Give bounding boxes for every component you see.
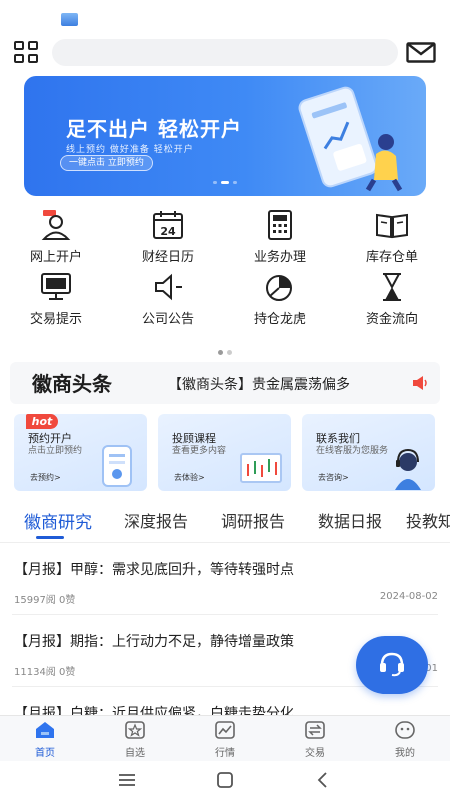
status-bar xyxy=(0,0,450,30)
research-tabs: 徽商研究 深度报告 调研报告 数据日报 投教知 xyxy=(0,502,450,542)
nav-market[interactable]: 行情 xyxy=(180,720,270,759)
article-meta: 11134阅 0赞 xyxy=(14,663,75,678)
article-reads: 15997阅 xyxy=(14,595,56,606)
menu-label: 交易提示 xyxy=(29,312,82,327)
quick-menu: 网上开户 24 财经日历 业务办理 库存仓单 交易提示 公司公告 持仓龙虎 资金… xyxy=(0,210,450,340)
menu-item-warehouse[interactable]: 库存仓单 xyxy=(336,210,448,265)
nav-label: 自选 xyxy=(125,748,145,759)
nav-profile[interactable]: 我的 xyxy=(360,720,450,759)
menu-label: 持仓龙虎 xyxy=(253,312,306,327)
menu-item-trade-tips[interactable]: 交易提示 xyxy=(0,272,112,327)
menu-item-account-open[interactable]: 网上开户 xyxy=(0,210,112,265)
menu-item-announcement[interactable]: 公司公告 xyxy=(112,272,224,327)
speaker-icon xyxy=(155,273,182,301)
tab-daily-data[interactable]: 数据日报 xyxy=(318,508,382,532)
svg-text:24: 24 xyxy=(160,225,176,238)
exchange-icon xyxy=(305,721,325,739)
monitor-icon xyxy=(41,273,71,300)
headset-icon xyxy=(380,652,404,677)
hot-badge: hot xyxy=(26,414,58,429)
news-logo: 徽商头条 xyxy=(32,372,113,396)
active-tab-indicator xyxy=(36,536,64,539)
menu-label: 资金流向 xyxy=(365,312,418,327)
article-reads: 11134阅 xyxy=(14,667,56,678)
app-screen: 足不出户 轻松开户 线上预约 做好准备 轻松开户 一键点击 立即预约 网上开户 xyxy=(0,0,450,800)
app-status-icon xyxy=(61,13,78,26)
banner-subtitle: 线上预约 做好准备 轻松开户 xyxy=(66,145,194,155)
tab-deep-report[interactable]: 深度报告 xyxy=(124,508,188,532)
line-chart-icon xyxy=(215,721,235,739)
card-subtitle: 查看更多内容 xyxy=(172,446,227,456)
customer-service-icon xyxy=(395,448,421,490)
recent-apps-icon[interactable] xyxy=(116,771,138,789)
grid-menu-icon[interactable] xyxy=(14,41,40,63)
nav-label: 行情 xyxy=(215,748,235,759)
promo-banner[interactable]: 足不出户 轻松开户 线上预约 做好准备 轻松开户 一键点击 立即预约 xyxy=(24,76,426,196)
article-date: 2024-08-02 xyxy=(379,591,438,602)
chart-screen-icon xyxy=(240,453,282,483)
menu-item-positions[interactable]: 持仓龙虎 xyxy=(224,272,336,327)
hourglass-icon xyxy=(383,273,401,301)
system-navigation-bar xyxy=(0,761,450,800)
service-cards: hot 预约开户 点击立即预约 去预约> 投顾课程 查看更多内容 去体验> 联系… xyxy=(0,414,450,494)
account-open-icon xyxy=(41,210,71,240)
smiley-icon xyxy=(395,721,415,739)
phone-form-icon xyxy=(102,445,132,487)
nav-label: 交易 xyxy=(305,748,325,759)
card-subtitle: 点击立即预约 xyxy=(28,446,83,456)
menu-item-calendar[interactable]: 24 财经日历 xyxy=(112,210,224,265)
svg-text:徽商头条: 徽商头条 xyxy=(32,372,113,396)
card-link[interactable]: 去体验> xyxy=(174,472,205,483)
star-square-icon xyxy=(125,721,145,739)
top-header xyxy=(0,30,450,74)
book-icon xyxy=(376,213,408,239)
nav-label: 我的 xyxy=(395,748,415,759)
tab-investor-education[interactable]: 投教知 xyxy=(406,508,450,532)
tab-research[interactable]: 徽商研究 xyxy=(24,508,92,533)
article-title[interactable]: 【月报】期指：上行动力不足，静待增量政策 xyxy=(14,631,294,651)
article-title[interactable]: 【月报】甲醇：需求见底回升，等待转强时点 xyxy=(14,559,294,579)
banner-title: 足不出户 轻松开户 xyxy=(66,117,242,141)
menu-pager xyxy=(0,340,450,355)
menu-label: 库存仓单 xyxy=(365,250,418,265)
customer-service-button[interactable] xyxy=(356,636,428,694)
calendar-icon: 24 xyxy=(153,211,183,239)
nav-home[interactable]: 首页 xyxy=(0,720,90,759)
menu-label: 业务办理 xyxy=(253,250,306,265)
menu-item-fund-flow[interactable]: 资金流向 xyxy=(336,272,448,327)
back-icon[interactable] xyxy=(312,771,334,789)
card-link[interactable]: 去咨询> xyxy=(318,472,349,483)
menu-label: 公司公告 xyxy=(141,312,194,327)
card-account-appointment[interactable]: hot 预约开户 点击立即预约 去预约> xyxy=(14,414,147,491)
home-icon xyxy=(36,722,54,738)
card-link[interactable]: 去预约> xyxy=(30,472,61,483)
article-likes: 0赞 xyxy=(59,595,76,606)
mail-icon[interactable] xyxy=(406,42,436,63)
menu-label: 财经日历 xyxy=(141,250,194,265)
home-button-icon[interactable] xyxy=(214,771,236,789)
menu-item-business[interactable]: 业务办理 xyxy=(224,210,336,265)
menu-label: 网上开户 xyxy=(29,250,82,265)
card-contact-us[interactable]: 联系我们 在线客服为您服务 去咨询> xyxy=(302,414,435,491)
calculator-icon xyxy=(268,210,292,240)
card-advisor-course[interactable]: 投顾课程 查看更多内容 去体验> xyxy=(158,414,291,491)
article-likes: 0赞 xyxy=(59,667,76,678)
news-speaker-icon xyxy=(413,376,427,390)
nav-watchlist[interactable]: 自选 xyxy=(90,720,180,759)
nav-trade[interactable]: 交易 xyxy=(270,720,360,759)
banner-pager xyxy=(24,169,426,188)
news-ticker[interactable]: 徽商头条 【徽商头条】贵金属震荡偏多 xyxy=(10,362,440,404)
news-headline[interactable]: 【徽商头条】贵金属震荡偏多 xyxy=(168,374,350,394)
card-subtitle: 在线客服为您服务 xyxy=(316,446,389,456)
search-input[interactable] xyxy=(52,39,398,66)
bottom-navigation: 首页 自选 行情 交易 我的 xyxy=(0,715,450,761)
article-meta: 15997阅 0赞 xyxy=(14,591,75,606)
pie-chart-icon xyxy=(266,275,292,301)
article-item[interactable]: 【月报】甲醇：需求见底回升，等待转强时点 15997阅 0赞 2024-08-0… xyxy=(12,543,438,615)
nav-label: 首页 xyxy=(35,748,55,759)
tab-survey-report[interactable]: 调研报告 xyxy=(221,508,285,532)
